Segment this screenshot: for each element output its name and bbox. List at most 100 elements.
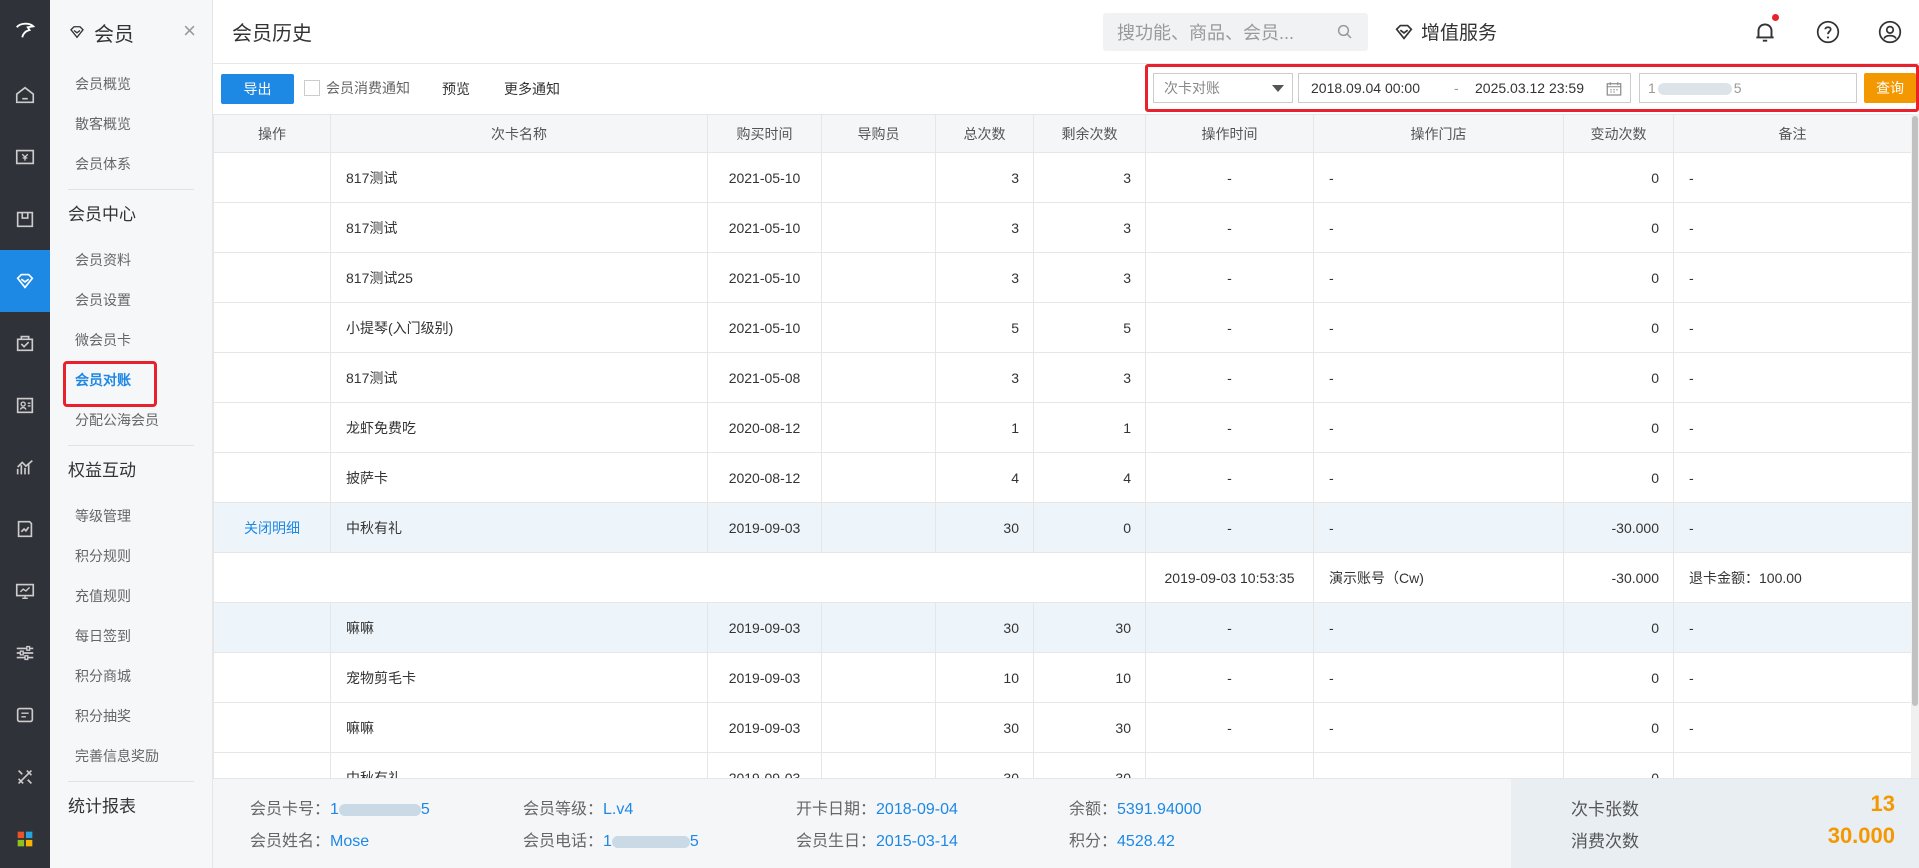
store-icon[interactable] [0, 560, 50, 622]
detail-op-time: 2019-09-03 10:53:35 [1145, 552, 1314, 603]
submenu-header: 会员 × [50, 0, 212, 64]
cell-op-store: - [1313, 202, 1564, 253]
menu-item-member-profile[interactable]: 会员资料 [50, 240, 212, 280]
cell-purchase-time: 2019-09-03 [707, 602, 822, 653]
scrollbar-thumb[interactable] [1912, 116, 1918, 706]
menu-group-member-center: 会员中心 [68, 205, 136, 224]
table-row[interactable]: 817测试 2021-05-10 3 3- -0- [213, 202, 1911, 253]
chevron-down-icon [1272, 85, 1284, 92]
menu-item-member-reconciliation[interactable]: 会员对账 [50, 360, 212, 407]
table-scrollbar[interactable] [1911, 114, 1919, 778]
checkbox-box[interactable] [304, 80, 320, 96]
search-icon[interactable] [1336, 23, 1354, 41]
date-end[interactable]: 2025.03.12 23:59 [1475, 74, 1584, 102]
table-row[interactable]: 龙虾免费吃 2020-08-12 1 1- -0- [213, 402, 1911, 453]
member-level-label: 会员等级： [523, 801, 604, 818]
masked-number [338, 803, 421, 816]
use-count-label: 消费次数 [1571, 832, 1639, 851]
table-row[interactable]: 宠物剪毛卡 2019-09-03 10 10- -0- [213, 652, 1911, 703]
member-level-field: 会员等级：L.v4 [523, 795, 633, 819]
settings-icon[interactable] [0, 622, 50, 684]
device-icon[interactable] [0, 684, 50, 746]
birthday-label: 会员生日： [796, 833, 877, 850]
cell-guide [821, 352, 936, 403]
cell-guide [821, 652, 936, 703]
keyword-prefix: 1 [1648, 80, 1656, 96]
col-header-guide: 导购员 [821, 114, 936, 153]
menu-item-guest-overview[interactable]: 散客概览 [50, 104, 212, 144]
table-row[interactable]: 817测试25 2021-05-10 3 3- -0- [213, 252, 1911, 303]
query-button[interactable]: 查询 [1864, 73, 1916, 103]
table-row[interactable]: 嘛嘛 2019-09-03 30 30- -0- [213, 602, 1911, 653]
table-row[interactable]: 小提琴(入门级别) 2021-05-10 5 5- -0- [213, 302, 1911, 353]
date-start[interactable]: 2018.09.04 00:00 [1311, 74, 1420, 102]
member-summary-bar: 会员卡号：1 5 会员姓名：Mose 会员等级：L.v4 会员电话：1 5 开卡日期… [213, 778, 1919, 868]
cell-action [213, 152, 331, 203]
apps-icon[interactable] [0, 808, 50, 868]
member-name-field: 会员姓名：Mose [250, 827, 369, 851]
cell-total: 4 [935, 452, 1034, 503]
balance-value: 5391.94000 [1117, 801, 1202, 818]
cell-card-name: 小提琴(入门级别) [330, 302, 708, 353]
help-icon[interactable] [1815, 19, 1841, 45]
finance-icon[interactable] [0, 498, 50, 560]
export-button[interactable]: 导出 [221, 74, 294, 104]
user-avatar-icon[interactable] [1877, 19, 1903, 45]
staff-icon[interactable] [0, 374, 50, 436]
menu-item-points-mall[interactable]: 积分商城 [50, 656, 212, 696]
menu-item-wechat-card[interactable]: 微会员卡 [50, 320, 212, 360]
report-icon[interactable] [0, 436, 50, 498]
preview-link[interactable]: 预览 [442, 79, 470, 99]
menu-item-points-lottery[interactable]: 积分抽奖 [50, 696, 212, 736]
table-row[interactable]: 披萨卡 2020-08-12 4 4- -0- [213, 452, 1911, 503]
cell-note: - [1673, 602, 1911, 653]
menu-item-level-management[interactable]: 等级管理 [50, 496, 212, 536]
cell-remaining: 10 [1033, 652, 1146, 703]
top-bar: 会员历史 [213, 0, 1919, 64]
menu-item-member-system[interactable]: 会员体系 [50, 144, 212, 184]
search-input[interactable]: 搜功能、商品、会员... [1103, 13, 1368, 51]
card-history-table: 操作 次卡名称 购买时间 导购员 总次数 剩余次数 操作时间 操作门店 变动次数… [213, 114, 1911, 778]
cell-op-store: - [1313, 152, 1564, 203]
cell-change: 0 [1563, 152, 1674, 203]
card-type-select[interactable]: 次卡对账 [1153, 73, 1293, 103]
date-range-picker[interactable]: 2018.09.04 00:00 - 2025.03.12 23:59 [1298, 73, 1631, 103]
cashier-icon[interactable] [0, 126, 50, 188]
menu-item-daily-checkin[interactable]: 每日签到 [50, 616, 212, 656]
table-row[interactable]: 关闭明细 中秋有礼 2019-09-03 30 0- - -30.000- [213, 502, 1911, 553]
member-phone-field: 会员电话：1 5 [523, 827, 699, 851]
close-detail-link[interactable]: 关闭明细 [213, 502, 331, 553]
logo-icon[interactable] [0, 0, 50, 60]
table-row[interactable]: 嘛嘛 2019-09-03 30 30- -0- [213, 702, 1911, 753]
cell-change: 0 [1563, 602, 1674, 653]
menu-item-recharge-rules[interactable]: 充值规则 [50, 576, 212, 616]
cell-remaining: 3 [1033, 352, 1146, 403]
marketing-icon[interactable] [0, 312, 50, 374]
table-row[interactable]: 817测试 2021-05-10 3 3- -0- [213, 152, 1911, 203]
cell-remaining: 30 [1033, 602, 1146, 653]
cell-card-name: 宠物剪毛卡 [330, 652, 708, 703]
bell-icon[interactable] [1752, 19, 1778, 45]
value-added-services-button[interactable]: 增值服务 [1393, 18, 1497, 45]
menu-item-member-overview[interactable]: 会员概览 [50, 64, 212, 104]
menu-item-member-settings[interactable]: 会员设置 [50, 280, 212, 320]
goods-icon[interactable] [0, 188, 50, 250]
consumption-notify-checkbox[interactable]: 会员消费通知 [304, 78, 410, 98]
cell-note: - [1673, 652, 1911, 703]
diamond-icon [70, 26, 84, 39]
calendar-icon[interactable] [1605, 80, 1623, 98]
tools-icon[interactable] [0, 746, 50, 808]
menu-item-profile-reward[interactable]: 完善信息奖励 [50, 736, 212, 776]
member-icon[interactable] [0, 250, 50, 312]
member-keyword-input[interactable]: 15 [1639, 73, 1857, 103]
cell-op-time: - [1145, 352, 1314, 403]
table-row[interactable]: 817测试 2021-05-08 3 3- -0- [213, 352, 1911, 403]
more-notifications-link[interactable]: 更多通知 [504, 79, 560, 99]
menu-item-points-rules[interactable]: 积分规则 [50, 536, 212, 576]
home-icon[interactable] [0, 64, 50, 126]
search-placeholder: 搜功能、商品、会员... [1117, 23, 1295, 43]
cell-op-time: - [1145, 502, 1314, 553]
table-row[interactable]: 中秋有礼 2019-09-03 30 30- -0- [213, 752, 1911, 778]
menu-item-assign-public-members[interactable]: 分配公海会员 [50, 400, 212, 440]
close-icon[interactable]: × [183, 20, 196, 42]
